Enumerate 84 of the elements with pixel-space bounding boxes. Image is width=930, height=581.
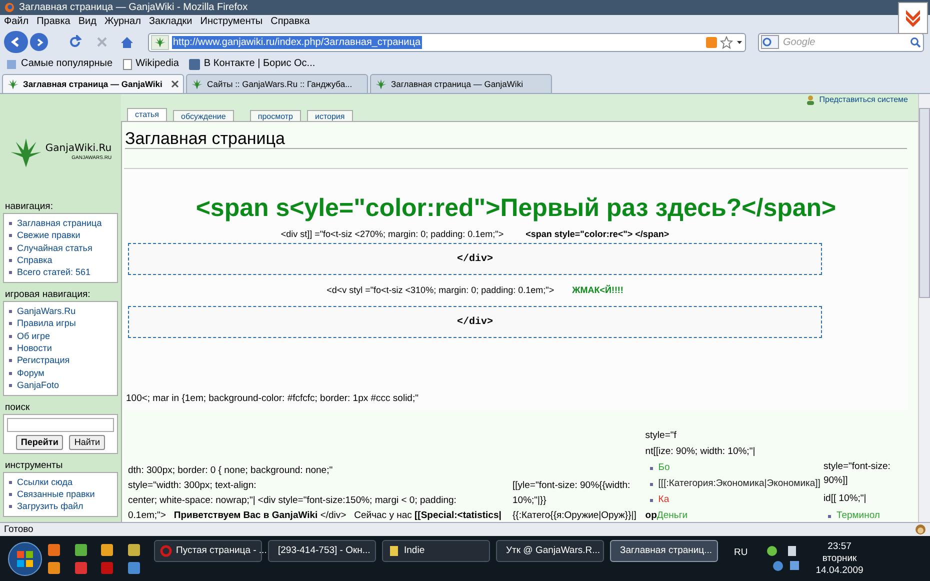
sidebar-link[interactable]: Новости (17, 344, 52, 353)
markup-text: style="font-size: 90%]] (823, 460, 892, 488)
markup-text: id[[ 10%;"| (823, 492, 868, 506)
clock-date: 14.04.2009 (816, 564, 864, 576)
sidebar-link[interactable]: GanjaWars.Ru (17, 306, 76, 316)
page-title: Заглавная страница (125, 130, 285, 148)
menu-item[interactable]: Файл (4, 17, 29, 27)
bookmark-link[interactable]: В Контакте | Борис Ос... (204, 59, 316, 69)
markup-text: 100<; mar in {1em; background-color: #fcfcfc; border: 1px #ccc solid;" (126, 392, 418, 406)
menu-item[interactable]: Закладки (148, 17, 192, 27)
markup-text: орДеньги (645, 510, 689, 522)
search-input[interactable]: Google (783, 34, 906, 50)
markup-text: <span style="color:re<"> </span> (526, 228, 670, 241)
category-link[interactable]: Ка (658, 494, 670, 506)
sidebar-link[interactable]: Связанные правки (17, 490, 95, 499)
bookmark-link[interactable]: Wikipedia (136, 59, 179, 69)
taskbar-label: Indie (404, 546, 425, 556)
portlet-heading: навигация: (4, 200, 54, 214)
taskbar-button[interactable]: Заглавная страниц... (610, 540, 718, 562)
search-button[interactable]: Перейти (16, 434, 64, 450)
tab-label: Заглавная страница — GanjaWiki (391, 80, 523, 88)
sidebar-link[interactable]: Случайная статья (17, 244, 92, 253)
taskbar-button[interactable]: Indie (382, 540, 490, 562)
category-link[interactable]: [[[:Категория:Экономика|Экономика]] (658, 478, 820, 490)
code-text: </div> (456, 252, 493, 267)
menu-item[interactable]: Инструменты (200, 17, 263, 27)
markup-text: style="width: 300px; text-align: (128, 479, 258, 492)
page-tab[interactable]: обсуждение (173, 110, 234, 121)
page-tab[interactable]: просмотр (250, 110, 301, 121)
browser-tab[interactable]: Сайты :: GanjaWars.Ru :: Ганджуба... (186, 74, 368, 93)
click-link[interactable]: ЖМАК<Й!!!! (572, 284, 624, 298)
sidebar-link[interactable]: Загрузить файл (17, 502, 84, 512)
markup-text: dth: 300px; border: 0 { none; background: none;" (128, 464, 334, 477)
url-text: http://www.ganjawiki.ru/index.php/Заглавная_страница (172, 36, 422, 48)
sidebar-link[interactable]: Правила игры (17, 319, 76, 328)
window-title: Заглавная страница — GanjaWiki - Mozilla Firefox (19, 2, 248, 12)
markup-text: 10%;"|}} (512, 494, 548, 507)
sidebar-link[interactable]: Справка (17, 256, 52, 265)
sidebar-link[interactable]: Регистрация (17, 356, 70, 366)
tab-label: Заглавная страница — GanjaWiki (23, 80, 162, 88)
taskbar-label: Заглавная страниц... (620, 546, 712, 556)
browser-tab[interactable]: Заглавная страница — GanjaWiki (370, 74, 552, 93)
taskbar-button[interactable]: Утк @ GanjaWars.R... (496, 540, 604, 562)
menu-item[interactable]: Справка (270, 17, 310, 27)
markup-text: [[yle="font-size: 90%{{width: (512, 479, 632, 492)
markup-text: center; white-space: nowrap;"| <div style="font-size:150%; margi < 0; padding: (128, 494, 458, 507)
address-field[interactable]: http://www.ganjawiki.ru/index.php/Заглавная_страница (148, 32, 746, 52)
sidebar-link[interactable]: Форум (17, 368, 44, 378)
markup-text: <div st]] ="fo<t-siz <270%; margin: 0; padding: 0.1em;"> (280, 228, 504, 241)
taskbar-label: [293-414-753] - Окн... (278, 546, 370, 556)
portlet-heading: поиск (4, 400, 31, 414)
taskbar-button[interactable]: [293-414-753] - Окн... (268, 540, 376, 562)
welcome-heading: <span s<yle="color:red">Первый раз здесь?</span> (196, 196, 836, 222)
portlet-heading: игровая навигация: (4, 288, 92, 302)
markup-text: {{:Катего{{я:Оружие|Оруж}}|] (512, 509, 638, 522)
clock-weekday: вторник (822, 552, 857, 564)
portlet-heading: инструменты (4, 458, 64, 472)
taskbar-label: Утк @ GanjaWars.R... (506, 546, 600, 556)
code-text: </div> (456, 316, 493, 330)
bookmark-link[interactable]: Самые популярные (21, 59, 113, 69)
language-indicator[interactable]: RU (734, 546, 748, 560)
clock-time[interactable]: 23:57 (828, 540, 852, 552)
markup-text: nt[[ize: 90%; width: 10%;"| (645, 446, 756, 458)
sidebar-link[interactable]: Заглавная страница (17, 218, 102, 228)
status-text: Готово (4, 524, 34, 534)
markup-text: style="f (645, 430, 678, 442)
page-tab[interactable]: история (306, 110, 353, 121)
markup-text: 0.1em;"> Приветствуем Вас в GanjaWiki </div> Сейчас у нас [[Special:<tatistics| (128, 509, 502, 522)
browser-tab[interactable]: Заглавная страница — GanjaWiki (2, 74, 184, 93)
sidebar-link[interactable]: Об игре (17, 332, 50, 341)
sidebar-link[interactable]: Всего статей: 561 (17, 268, 90, 278)
search-button[interactable]: Найти (69, 434, 106, 450)
menu-item[interactable]: Вид (78, 17, 96, 27)
search-field[interactable]: Google (758, 32, 924, 52)
sidebar-link[interactable]: Ссылки сюда (17, 478, 72, 487)
login-link[interactable]: Представиться системе (819, 96, 908, 104)
page-tab[interactable]: статья (127, 108, 168, 121)
sidebar-link[interactable]: Свежие правки (17, 231, 80, 240)
menu-item[interactable]: Правка (36, 17, 70, 27)
markup-text: <d<v styl ="fo<t-siz <310%; margin: 0; padding: 0.1em;"> (326, 284, 554, 298)
logo-text[interactable]: GanjaWiki.Ru (45, 144, 112, 154)
menu-item[interactable]: Журнал (104, 17, 141, 27)
sidebar-link[interactable]: GanjaFoto (17, 381, 60, 390)
tab-label: Сайты :: GanjaWars.Ru :: Ганджуба... (207, 80, 352, 88)
